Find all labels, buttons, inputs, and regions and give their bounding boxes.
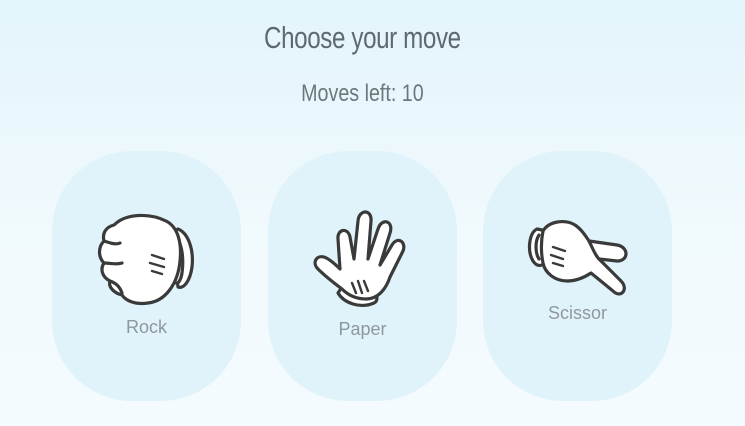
moves-left-counter: Moves left: 10 — [65, 80, 660, 108]
paper-hand-icon — [313, 210, 406, 307]
scissor-label: Scissor — [547, 303, 607, 323]
page-title: Choose your move — [264, 20, 461, 55]
moves-left-value: 10 — [401, 80, 424, 107]
paper-label: Paper — [338, 319, 387, 339]
paper-choice-button[interactable]: Paper — [268, 151, 457, 401]
moves-left-label: Moves left: — [301, 80, 397, 107]
rock-label: Rock — [125, 317, 167, 337]
rock-hand-icon — [97, 213, 194, 306]
rock-choice-button[interactable]: Rock — [52, 151, 241, 401]
scissor-choice-button[interactable]: Scissor — [483, 151, 672, 401]
